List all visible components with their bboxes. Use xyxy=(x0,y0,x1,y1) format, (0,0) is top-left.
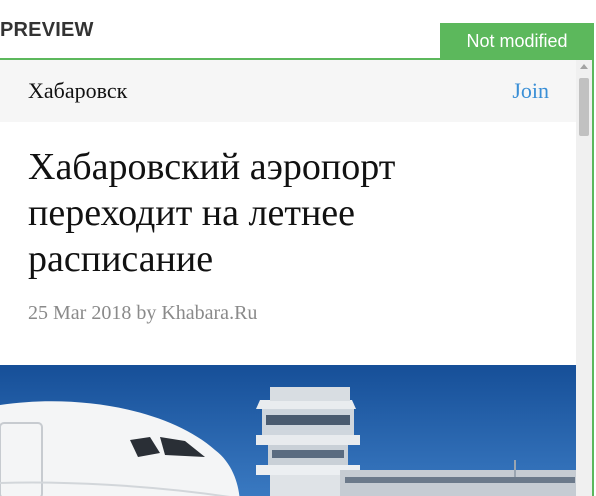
status-badge: Not modified xyxy=(440,23,594,60)
preview-frame: Хабаровск Join Хабаровский аэропорт пере… xyxy=(0,58,594,496)
site-name: Хабаровск xyxy=(28,78,128,103)
join-link[interactable]: Join xyxy=(512,78,549,104)
site-header: Хабаровск Join xyxy=(0,60,576,122)
article-by: by xyxy=(136,302,157,324)
article-title: Хабаровский аэропорт переходит на летнее… xyxy=(28,146,396,280)
scroll-up-arrow-icon[interactable] xyxy=(580,64,588,69)
scrollbar-thumb[interactable] xyxy=(579,78,589,136)
preview-label: PREVIEW xyxy=(0,19,94,41)
article-date: 25 Mar 2018 xyxy=(28,302,132,324)
preview-viewport: Хабаровск Join Хабаровский аэропорт пере… xyxy=(0,60,576,496)
vertical-scrollbar[interactable] xyxy=(576,60,592,496)
article: Хабаровский аэропорт переходит на летнее… xyxy=(0,122,576,325)
article-meta: 25 Mar 2018 by Khabara.Ru xyxy=(28,302,548,325)
article-author: Khabara.Ru xyxy=(161,302,258,324)
hero-image xyxy=(0,365,576,496)
airport-photo xyxy=(0,365,576,496)
